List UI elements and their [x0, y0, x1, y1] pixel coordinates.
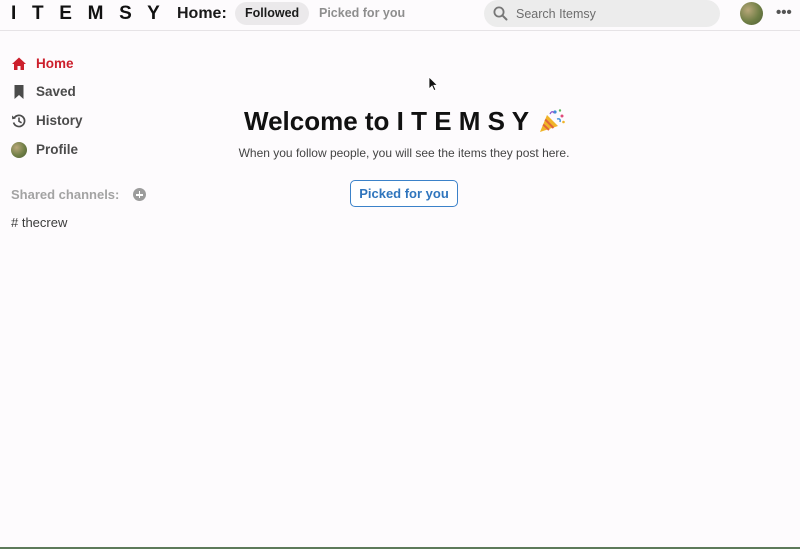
party-popper-icon	[540, 109, 565, 132]
welcome-title: Welcome to I T E M S Y	[244, 106, 530, 136]
channel-item[interactable]: # thecrew	[11, 215, 67, 230]
shared-channels-heading: Shared channels:	[11, 187, 120, 202]
sidebar-item-label: Home	[36, 56, 74, 71]
search-input[interactable]	[516, 4, 706, 23]
add-channel-icon[interactable]	[133, 188, 146, 201]
more-options-icon[interactable]: •••	[776, 4, 792, 21]
home-icon	[12, 57, 26, 70]
welcome-subtitle: When you follow people, you will see the…	[238, 146, 570, 160]
app-logo[interactable]: I T E M S Y	[11, 3, 165, 25]
mouse-cursor-icon	[428, 76, 438, 92]
sidebar-item-label: Saved	[36, 84, 76, 99]
sidebar-item-label: History	[36, 113, 83, 128]
bookmark-icon	[14, 85, 24, 99]
user-avatar[interactable]	[740, 2, 763, 25]
tab-followed[interactable]: Followed	[235, 2, 310, 25]
home-label: Home:	[177, 5, 227, 22]
picked-for-you-button[interactable]: Picked for you	[350, 180, 458, 207]
page: I T E M S Y Home: Followed Picked for yo…	[0, 0, 800, 549]
tab-picked-for-you[interactable]: Picked for you	[309, 2, 415, 25]
search-bar[interactable]	[484, 0, 720, 27]
top-bar: I T E M S Y Home: Followed Picked for yo…	[0, 0, 800, 31]
search-icon	[493, 6, 508, 21]
history-icon	[12, 114, 26, 128]
